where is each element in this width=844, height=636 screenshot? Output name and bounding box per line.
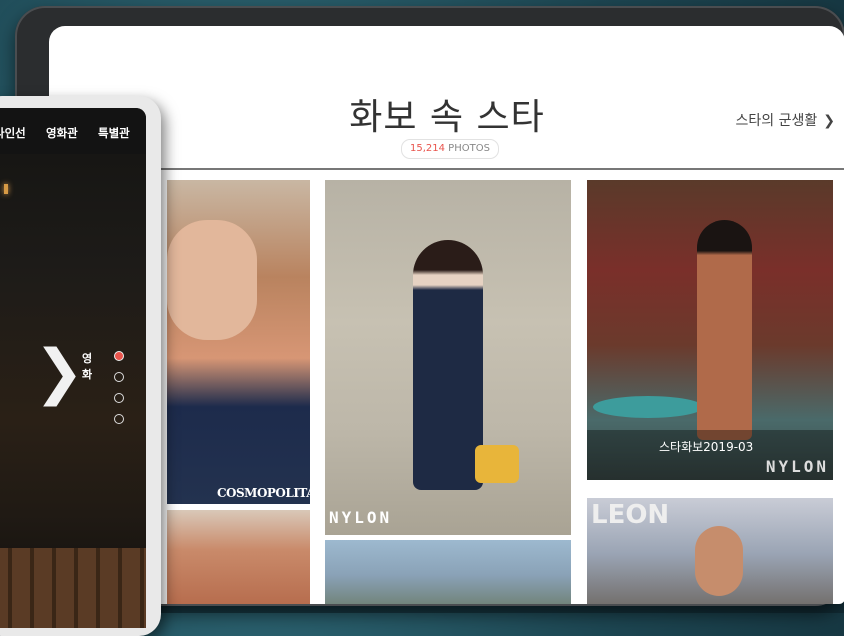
magazine-brand-label: NYLON	[329, 508, 393, 527]
model-photo	[695, 526, 743, 596]
nav-item-line[interactable]: 라인선	[0, 125, 26, 141]
theater-lamp	[4, 184, 8, 194]
pagination-dot[interactable]	[114, 414, 124, 424]
star-military-link[interactable]: 스타의 군생활 ❯	[736, 110, 835, 130]
photo-count-number: 15,214	[410, 143, 445, 154]
photo-card-cosmopolitan[interactable]: COSMOPOLITAN	[167, 180, 310, 504]
model-photo	[413, 240, 483, 490]
tablet-screen: 화보 속 스타 15,214 PHOTOS 스타의 군생활 ❯ COSMOPOLI…	[49, 26, 844, 604]
photo-card-leon[interactable]: LEON	[587, 498, 833, 604]
model-photo	[697, 220, 752, 440]
pagination-dot-active[interactable]	[114, 351, 124, 361]
handbag-photo	[475, 445, 519, 483]
phone-device: 라인선 영화관 특별관 ❯ 영화	[0, 96, 161, 636]
photo-card-nylon-2[interactable]: 스타화보2019-03 NYLON	[587, 180, 833, 480]
photo-card[interactable]	[167, 510, 310, 604]
header-divider	[49, 168, 844, 170]
chevron-right-icon[interactable]: ❯	[34, 342, 84, 402]
nav-item-theater[interactable]: 영화관	[46, 125, 78, 141]
phone-top-nav: 라인선 영화관 특별관	[0, 108, 146, 154]
pagination-dot[interactable]	[114, 372, 124, 382]
magazine-brand-label: COSMOPOLITAN	[217, 486, 310, 500]
photo-card-nylon[interactable]: NYLON	[325, 180, 571, 535]
star-military-link-label: 스타의 군생활	[735, 113, 818, 129]
photo-count-unit: PHOTOS	[445, 143, 490, 154]
photo-count-badge: 15,214 PHOTOS	[401, 139, 499, 159]
chevron-right-icon: ❯	[823, 113, 835, 129]
magazine-brand-label: NYLON	[765, 457, 829, 476]
photo-caption: 스타화보2019-03	[659, 440, 754, 454]
phone-screen: 라인선 영화관 특별관 ❯ 영화	[0, 108, 146, 628]
nav-item-special[interactable]: 특별관	[98, 125, 130, 141]
theater-seats-photo	[0, 548, 146, 628]
photo-grid: COSMOPOLITAN NYLON 스타화보2019-03 NYLON LEO…	[49, 180, 844, 604]
model-photo	[167, 220, 257, 340]
photo-card[interactable]	[325, 540, 571, 604]
pagination-dot[interactable]	[114, 393, 124, 403]
cafe-table-photo	[593, 396, 703, 418]
magazine-brand-label: LEON	[591, 500, 670, 530]
slider-label: 영화	[82, 352, 93, 381]
page-title: 화보 속 스타	[349, 97, 545, 138]
